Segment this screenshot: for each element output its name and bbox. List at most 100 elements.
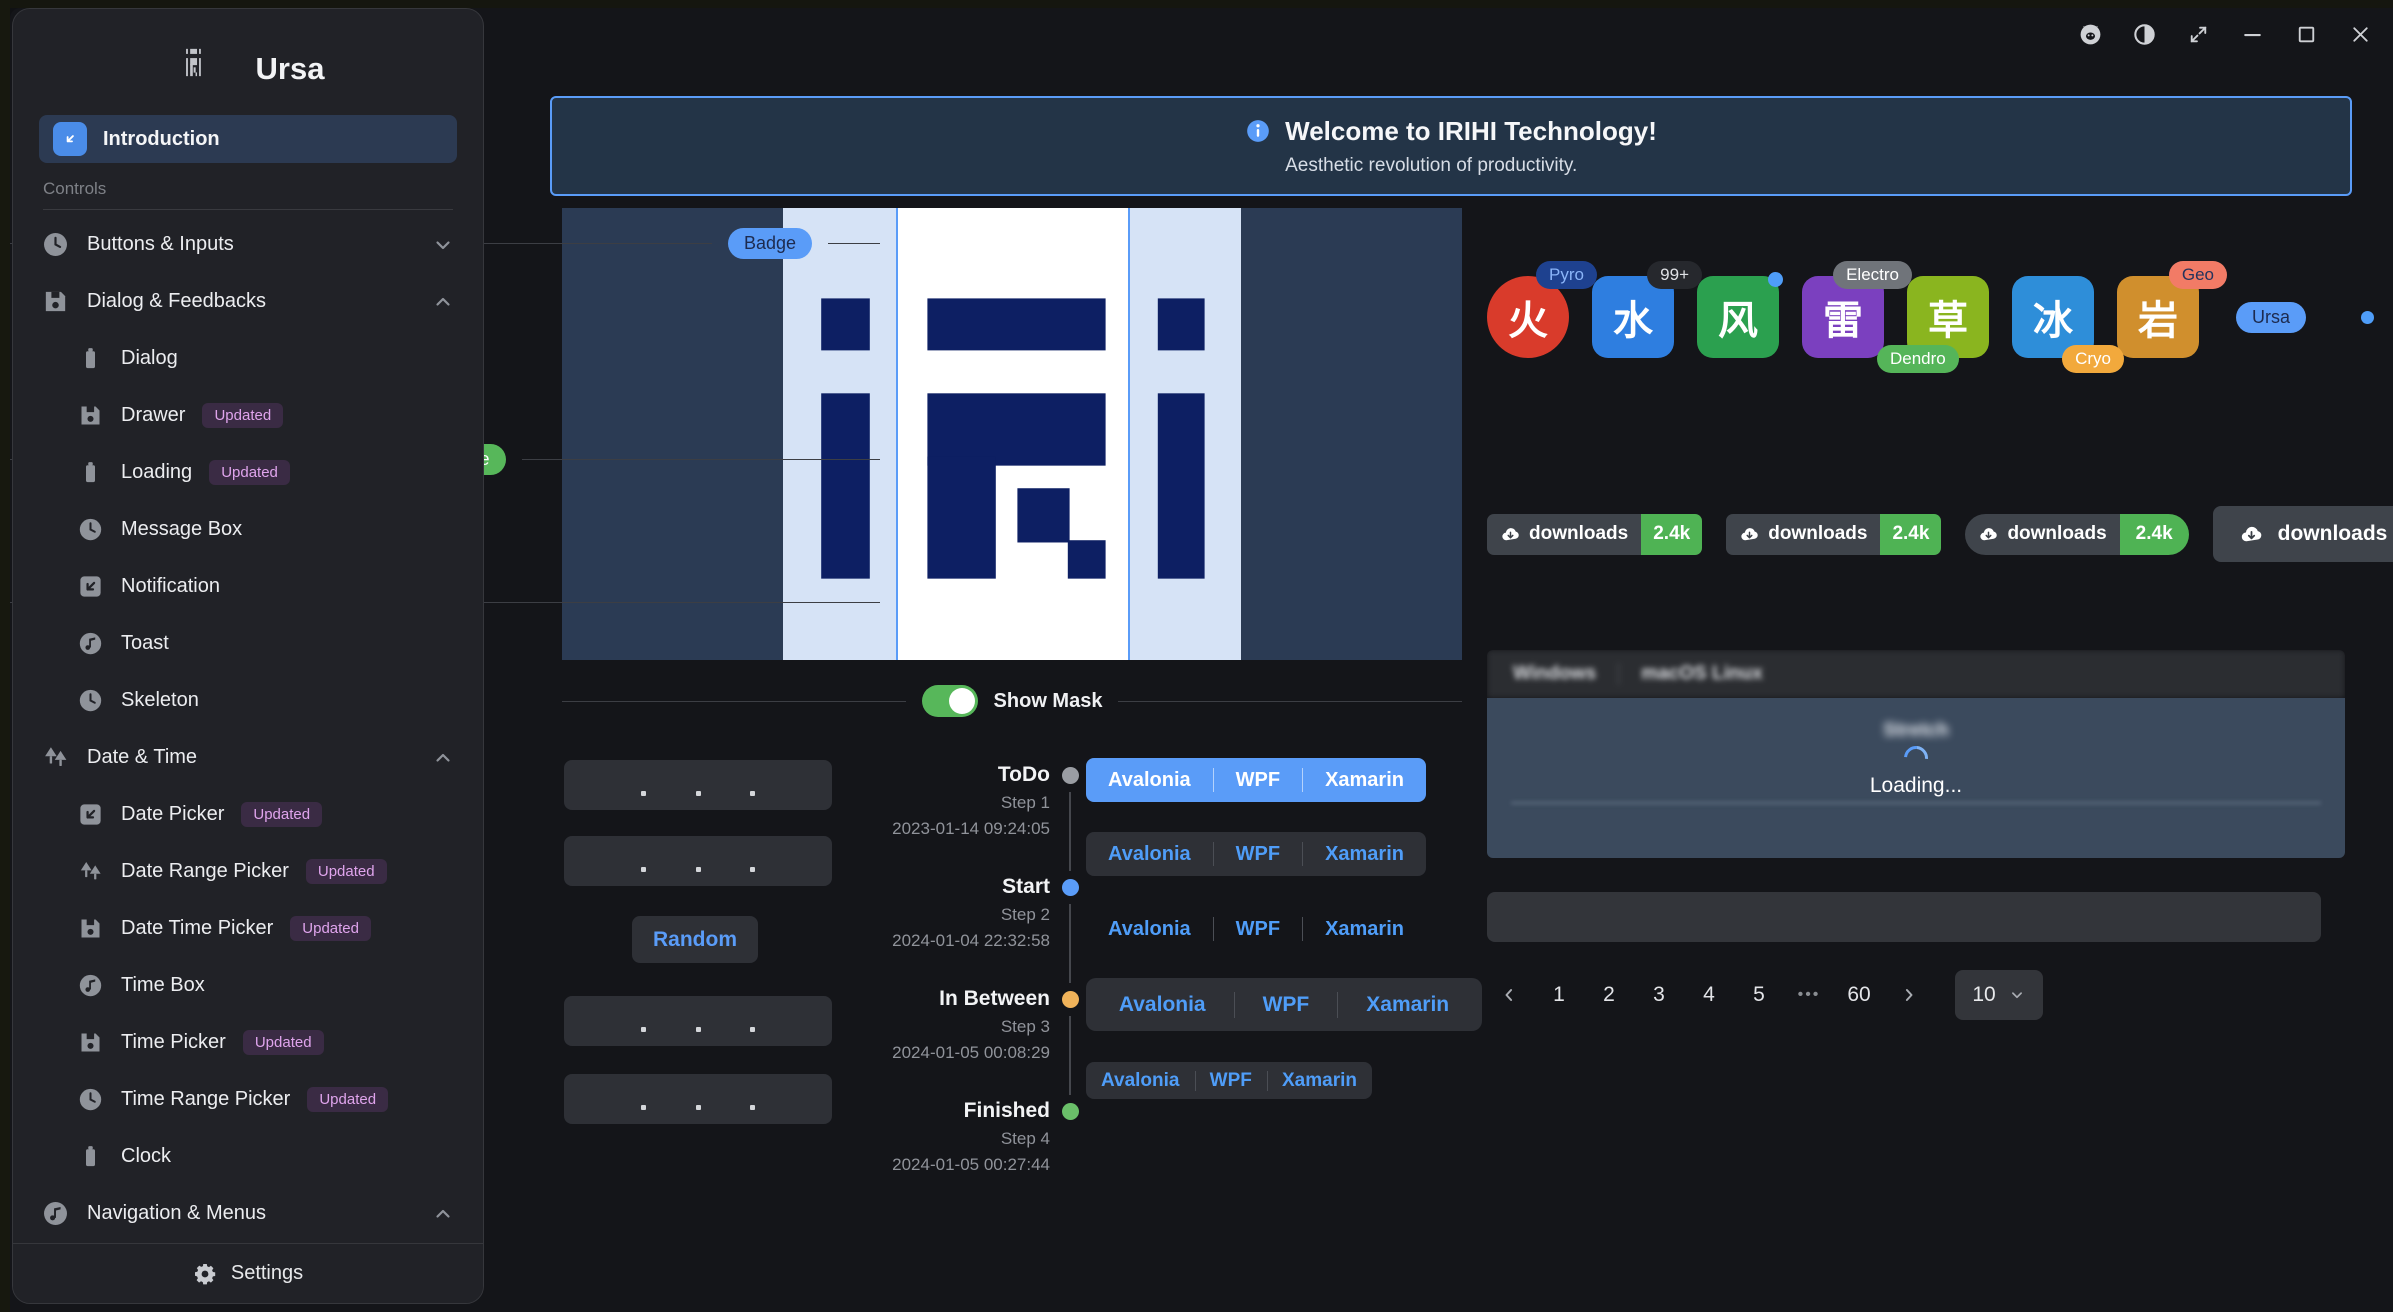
option-xamarin[interactable]: Xamarin [1338,993,1477,1017]
step-name: In Between [790,984,1050,1014]
sidebar-item-time-picker[interactable]: Time Picker Updated [13,1014,483,1071]
page-button-2[interactable]: 2 [1587,971,1631,1019]
badge-tile-cryo: 冰 Cryo [2012,276,2094,358]
option-wpf[interactable]: WPF [1214,769,1302,792]
next-page-button[interactable] [1887,971,1931,1019]
pagination: 1 2 3 4 5 ••• 60 10 [1487,970,2043,1020]
badge-tile-pyro: 火 Pyro [1487,276,1569,358]
sidebar-item-drawer[interactable]: Drawer Updated [13,387,483,444]
battery-icon [77,1143,104,1170]
settings-button[interactable]: Settings [13,1243,483,1303]
option-xamarin[interactable]: Xamarin [1303,918,1426,941]
downloads-label: downloads [1768,523,1867,545]
app-window: Welcome to IRIHI Technology! Aesthetic r… [10,8,2393,1312]
prev-page-button[interactable] [1487,971,1531,1019]
music-note-icon [41,1199,70,1228]
fullscreen-icon[interactable] [2186,22,2211,47]
downloads-count: 2.4k [2120,514,2189,555]
sidebar-item-buttons-inputs[interactable]: Buttons & Inputs [13,216,483,273]
step-name: Finished [790,1096,1050,1126]
sidebar-item-introduction[interactable]: Introduction [39,115,457,163]
sidebar-item-date-time[interactable]: Date & Time [13,729,483,786]
show-mask-label: Show Mask [994,690,1103,713]
step-time: 2024-01-05 00:08:29 [790,1040,1050,1066]
text-input[interactable] [1487,892,2321,942]
sidebar-item-notification[interactable]: Notification [13,558,483,615]
tab-windows[interactable]: Windows [1491,663,1618,685]
page-size-select[interactable]: 10 [1955,970,2043,1020]
sidebar-item-skeleton[interactable]: Skeleton [13,672,483,729]
page-button-4[interactable]: 4 [1687,971,1731,1019]
sidebar-item-navigation-menus[interactable]: Navigation & Menus [13,1185,483,1242]
page-button-5[interactable]: 5 [1737,971,1781,1019]
sidebar-item-date-range-picker[interactable]: Date Range Picker Updated [13,843,483,900]
blurred-divider [1511,802,2321,804]
updated-badge: Updated [306,859,387,884]
option-avalonia[interactable]: Avalonia [1086,769,1213,792]
badge-section-title: Badge [728,228,812,259]
sidebar-item-date-picker[interactable]: Date Picker Updated [13,786,483,843]
downloads-count: 2.4k [1641,514,1702,555]
updated-badge: Updated [307,1087,388,1112]
theme-toggle-icon[interactable] [2132,22,2157,47]
option-avalonia[interactable]: Avalonia [1086,918,1213,941]
downloads-badge: downloads 2.4k [1487,514,1702,555]
badge-pill: Dendro [1877,345,1959,373]
badge-pill: Electro [1833,261,1912,289]
option-xamarin[interactable]: Xamarin [1267,1070,1372,1092]
option-avalonia[interactable]: Avalonia [1086,843,1213,866]
stretch-label: Stretch [1883,720,1948,742]
chevron-down-icon [431,233,455,257]
page-button-3[interactable]: 3 [1637,971,1681,1019]
random-button[interactable]: Random [632,916,758,963]
page-button-1[interactable]: 1 [1537,971,1581,1019]
option-wpf[interactable]: WPF [1214,918,1302,941]
option-wpf[interactable]: WPF [1235,993,1338,1017]
selection-group-large: Avalonia WPF Xamarin [1086,978,1482,1031]
step-item: ToDo Step 1 2023-01-14 09:24:05 [790,760,1050,872]
downloads-badge-pill: downloads 2.4k [1965,514,2188,555]
sidebar-item-time-box[interactable]: Time Box [13,957,483,1014]
github-icon[interactable] [2078,22,2103,47]
sidebar-item-dialog[interactable]: Dialog [13,330,483,387]
arrow-square-icon [77,573,104,600]
close-icon[interactable] [2348,22,2373,47]
floppy-icon [77,402,104,429]
tab-strip: Windows macOS Linux [1487,650,2345,698]
option-xamarin[interactable]: Xamarin [1303,769,1426,792]
page-ellipsis[interactable]: ••• [1787,971,1831,1019]
option-avalonia[interactable]: Avalonia [1086,1070,1195,1092]
floppy-icon [77,1029,104,1056]
loading-spinner-icon [1899,741,1933,775]
step-item: Finished Step 4 2024-01-05 00:27:44 [790,1096,1050,1208]
chevron-up-icon [431,1202,455,1226]
clock-icon [77,516,104,543]
step-label: Step 3 [790,1014,1050,1040]
step-label: Step 1 [790,790,1050,816]
tab-macos-linux[interactable]: macOS Linux [1619,663,1784,685]
sidebar-item-message-box[interactable]: Message Box [13,501,483,558]
sidebar-item-dialog-feedbacks[interactable]: Dialog & Feedbacks [13,273,483,330]
downloads-label: downloads [2007,523,2106,545]
dualbadge-demo-row: downloads 2.4k downloads 2.4k downloads … [1487,506,2393,562]
show-mask-toggle[interactable] [922,685,978,717]
sidebar-item-clock[interactable]: Clock [13,1128,483,1185]
option-avalonia[interactable]: Avalonia [1091,993,1234,1017]
option-wpf[interactable]: WPF [1214,843,1302,866]
badge-pill: Cryo [2062,345,2124,373]
sidebar-item-time-range-picker[interactable]: Time Range Picker Updated [13,1071,483,1128]
step-rail [1069,1016,1071,1095]
maximize-icon[interactable] [2294,22,2319,47]
battery-icon [77,459,104,486]
page-button-60[interactable]: 60 [1837,971,1881,1019]
sidebar-item-date-time-picker[interactable]: Date Time Picker Updated [13,900,483,957]
option-wpf[interactable]: WPF [1195,1070,1267,1092]
toggle-thumb [949,688,975,714]
minimize-icon[interactable] [2240,22,2265,47]
sidebar-item-loading[interactable]: Loading Updated [13,444,483,501]
option-xamarin[interactable]: Xamarin [1303,843,1426,866]
sidebar-item-toast[interactable]: Toast [13,615,483,672]
chevron-up-icon [431,746,455,770]
downloads-badge-large: downloads 2.4k [2213,506,2393,562]
selection-group-borderless: Avalonia WPF Xamarin [1086,910,1426,948]
